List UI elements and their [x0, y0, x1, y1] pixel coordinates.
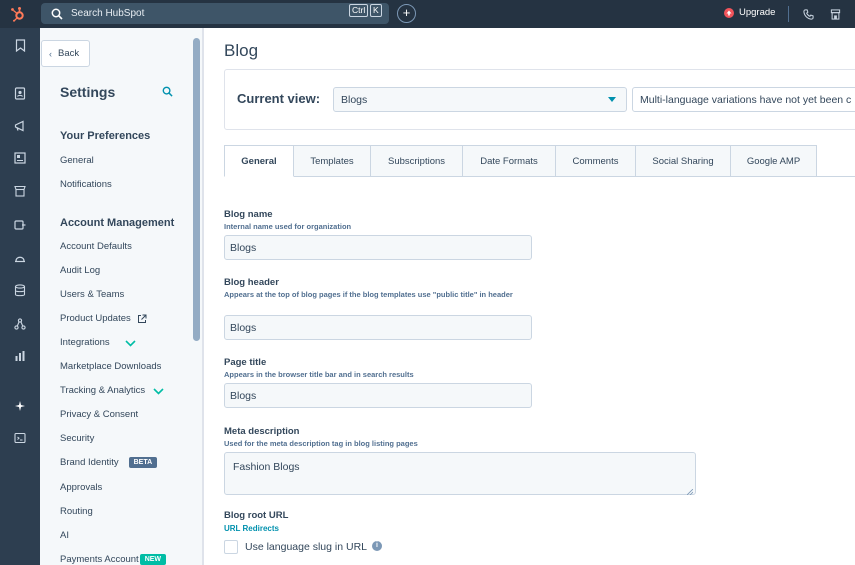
chevron-down-icon [153, 387, 164, 395]
account-management-heading: Account Management [60, 217, 175, 229]
top-navigation-bar: Search HubSpot Ctrl K + Upgrade [0, 0, 855, 28]
nav-item-privacy-consent[interactable]: Privacy & Consent [60, 409, 138, 420]
language-slug-label: Use language slug in URL [245, 541, 367, 553]
nav-item-integrations[interactable]: Integrations [60, 337, 136, 348]
ai-sparkle-icon[interactable] [12, 398, 28, 414]
global-search-input[interactable]: Search HubSpot [41, 3, 389, 24]
nav-item-ai[interactable]: AI [60, 530, 69, 541]
nav-item-routing[interactable]: Routing [60, 506, 93, 517]
meta-description-label: Meta description [224, 426, 300, 437]
page-title-input[interactable]: Blogs [224, 383, 532, 408]
primary-navigation-rail [0, 28, 40, 565]
sidebar-scrollbar[interactable] [193, 38, 200, 341]
product-updates-label: Product Updates [60, 313, 131, 324]
automation-icon[interactable] [12, 217, 28, 233]
blog-name-help: Internal name used for organization [224, 222, 352, 231]
reports-icon[interactable] [12, 348, 28, 364]
resize-handle-icon[interactable] [686, 486, 694, 496]
blog-header-input[interactable]: Blogs [224, 315, 532, 340]
current-view-dropdown[interactable]: Blogs [333, 87, 627, 112]
topbar-divider [788, 6, 789, 22]
blog-name-label: Blog name [224, 209, 273, 220]
blog-root-url-label: Blog root URL [224, 510, 289, 521]
nav-item-marketplace-downloads[interactable]: Marketplace Downloads [60, 361, 161, 372]
data-management-icon[interactable] [12, 282, 28, 298]
nav-item-account-defaults[interactable]: Account Defaults [60, 241, 132, 252]
new-badge: NEW [139, 554, 167, 565]
nav-item-brand-identity[interactable]: Brand Identity BETA [60, 457, 158, 468]
nav-item-users-teams[interactable]: Users & Teams [60, 289, 124, 300]
sidebar-scrollbar-track [203, 28, 204, 565]
nav-item-security[interactable]: Security [60, 433, 94, 444]
back-button[interactable]: ‹ Back [41, 40, 90, 67]
meta-description-textarea[interactable]: Fashion Blogs [224, 452, 696, 496]
tab-google-amp[interactable]: Google AMP [731, 145, 817, 177]
workflows-icon[interactable] [12, 316, 28, 332]
bookmark-icon[interactable] [12, 37, 28, 53]
nav-item-tracking-analytics[interactable]: Tracking & Analytics [60, 385, 164, 396]
info-icon[interactable]: i [372, 541, 382, 551]
current-view-label: Current view: [237, 91, 321, 106]
content-icon[interactable] [12, 150, 28, 166]
search-icon [51, 7, 65, 21]
tab-subscriptions[interactable]: Subscriptions [371, 145, 463, 177]
meta-description-value: Fashion Blogs [233, 461, 300, 473]
search-placeholder: Search HubSpot [71, 8, 145, 19]
tab-comments[interactable]: Comments [556, 145, 636, 177]
nav-item-notifications[interactable]: Notifications [60, 179, 112, 190]
shortcut-ctrl-key: Ctrl [349, 4, 369, 17]
url-redirects-link[interactable]: URL Redirects [224, 524, 279, 533]
your-preferences-heading: Your Preferences [60, 130, 151, 142]
nav-item-approvals[interactable]: Approvals [60, 482, 102, 493]
upgrade-button[interactable]: Upgrade [724, 7, 775, 18]
chevron-left-icon: ‹ [49, 48, 52, 59]
tab-date-formats[interactable]: Date Formats [463, 145, 556, 177]
language-slug-checkbox[interactable] [224, 540, 238, 554]
brand-identity-label: Brand Identity [60, 457, 119, 468]
tab-templates[interactable]: Templates [294, 145, 371, 177]
marketplace-icon[interactable] [828, 7, 842, 21]
create-new-button[interactable]: + [397, 4, 416, 23]
tab-social-sharing[interactable]: Social Sharing [636, 145, 731, 177]
back-button-label: Back [58, 48, 80, 59]
blog-name-input[interactable]: Blogs [224, 235, 532, 260]
payments-account-label: Payments Account [60, 554, 139, 565]
settings-sidebar: ‹ Back Settings Your Preferences General… [40, 28, 203, 565]
nav-item-product-updates[interactable]: Product Updates [60, 313, 147, 324]
tabs-divider [294, 176, 855, 177]
nav-item-audit-log[interactable]: Audit Log [60, 265, 100, 276]
blog-header-label: Blog header [224, 277, 279, 288]
nav-item-payments-account[interactable]: Payments Account NEW [60, 554, 167, 565]
language-variations-field: Multi-language variations have not yet b… [632, 87, 855, 112]
commerce-icon[interactable] [12, 183, 28, 199]
page-title: Blog [224, 41, 259, 60]
service-icon[interactable] [12, 250, 28, 266]
settings-title: Settings [60, 84, 116, 100]
tracking-analytics-label: Tracking & Analytics [60, 385, 146, 396]
upgrade-label: Upgrade [739, 7, 776, 18]
marketing-megaphone-icon[interactable] [12, 118, 28, 134]
external-link-icon [137, 314, 147, 324]
hubspot-logo-icon[interactable] [8, 4, 28, 24]
caret-down-icon [608, 97, 616, 102]
page-title-label: Page title [224, 357, 267, 368]
meta-description-help: Used for the meta description tag in blo… [224, 439, 418, 448]
phone-icon[interactable] [801, 7, 815, 21]
upgrade-icon [724, 7, 734, 18]
blog-header-help: Appears at the top of blog pages if the … [224, 290, 513, 299]
beta-badge: BETA [128, 457, 158, 468]
development-icon[interactable] [12, 430, 28, 446]
current-view-value: Blogs [341, 94, 368, 106]
page-title-help: Appears in the browser title bar and in … [224, 370, 414, 379]
chevron-down-icon [125, 339, 136, 347]
contacts-icon[interactable] [12, 85, 28, 101]
shortcut-k-key: K [370, 4, 382, 17]
settings-tabs: General Templates Subscriptions Date For… [224, 145, 817, 177]
settings-search-icon[interactable] [162, 84, 174, 97]
nav-item-general[interactable]: General [60, 155, 94, 166]
integrations-label: Integrations [60, 337, 110, 348]
tab-general[interactable]: General [224, 145, 294, 177]
